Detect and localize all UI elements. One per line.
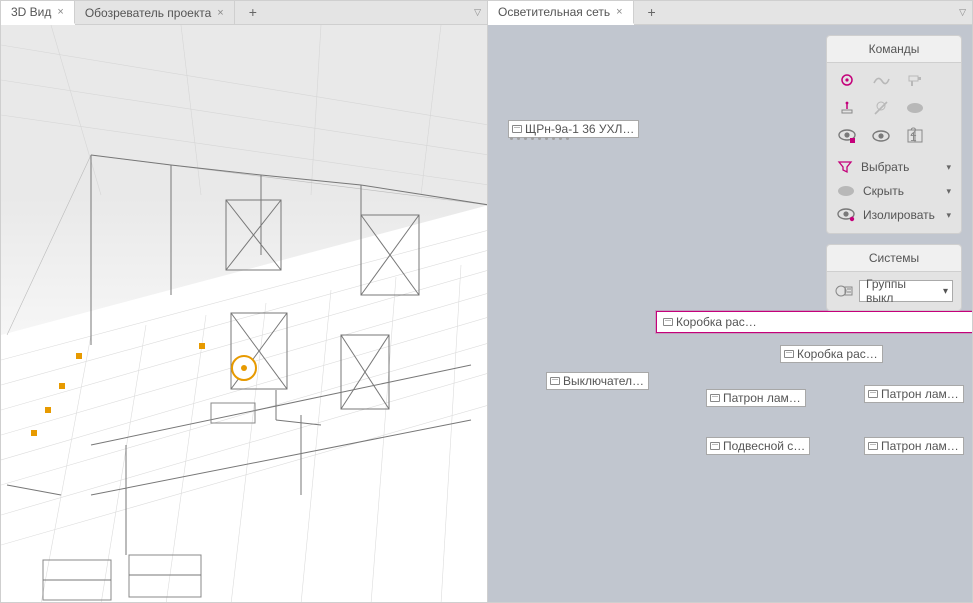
room-wireframe	[1, 25, 487, 602]
node-label: Выключател…	[563, 374, 644, 388]
app-root: 3D Вид × Обозреватель проекта × + ▽	[0, 0, 973, 603]
tool-target-icon[interactable]	[837, 71, 857, 89]
schematic-viewport[interactable]: ЩРн-9а-1 36 УХЛ… Коробка рас… Коробка ра…	[488, 25, 972, 602]
panel-header: Команды	[827, 36, 961, 63]
node-label: Патрон лам…	[881, 387, 959, 401]
filter-icon	[837, 160, 853, 174]
panel-header: Системы	[827, 245, 961, 272]
tool-drill-icon[interactable]	[905, 71, 925, 89]
node-label: Патрон лам…	[881, 439, 959, 453]
eye-dim-icon	[837, 185, 855, 197]
tool-eye-colored-icon[interactable]	[837, 127, 857, 145]
close-icon[interactable]: ×	[217, 7, 223, 19]
tab-label: Обозреватель проекта	[85, 6, 211, 20]
cmd-select[interactable]: Выбрать ▾	[833, 155, 955, 179]
tool-link-icon[interactable]	[871, 71, 891, 89]
node-label: Коробка рас…	[676, 315, 757, 329]
tab-project-explorer[interactable]: Обозреватель проекта ×	[75, 1, 235, 24]
close-icon[interactable]: ×	[57, 6, 63, 18]
node-lamp-socket[interactable]: Патрон лам…	[706, 389, 806, 407]
lamp-icon	[868, 442, 878, 450]
lamp-icon	[710, 394, 720, 402]
select-value: Группы выкл	[866, 277, 936, 305]
panel-icon	[512, 125, 522, 133]
tool-eye-dim-icon[interactable]	[905, 99, 925, 117]
chevron-down-icon: ▾	[946, 186, 951, 197]
node-lamp-socket[interactable]: Патрон лам…	[864, 437, 964, 455]
node-junction-box-selected[interactable]: Коробка рас…	[656, 311, 972, 333]
tool-list-icon[interactable]: 21	[905, 127, 925, 145]
cmd-label: Выбрать	[861, 160, 909, 174]
chevron-down-icon: ▾	[946, 162, 951, 173]
node-label: Патрон лам…	[723, 391, 801, 405]
switch-icon	[550, 377, 560, 385]
tool-eye-icon[interactable]	[871, 127, 891, 145]
add-tab-button[interactable]: +	[235, 1, 271, 24]
chevron-down-icon: ▾	[946, 210, 951, 221]
pendant-icon	[710, 442, 720, 450]
systems-select[interactable]: Группы выкл	[859, 280, 953, 302]
right-pane: Осветительная сеть × + ▽ ЩРн-9а-1 36 УХЛ…	[488, 0, 973, 603]
right-tabstrip: Осветительная сеть × + ▽	[488, 1, 972, 25]
command-list: Выбрать ▾ Скрыть ▾	[827, 153, 961, 233]
tool-pin-off-icon[interactable]	[871, 99, 891, 117]
node-label: Коробка рас…	[797, 347, 878, 361]
tab-label: Осветительная сеть	[498, 5, 610, 19]
tab-lighting-net[interactable]: Осветительная сеть ×	[488, 1, 634, 24]
box-icon	[784, 350, 794, 358]
tab-3d-view[interactable]: 3D Вид ×	[1, 1, 75, 24]
svg-text:1: 1	[910, 130, 917, 144]
lamp-icon	[868, 390, 878, 398]
node-lamp-socket[interactable]: Патрон лам…	[864, 385, 964, 403]
plus-icon: +	[644, 4, 660, 22]
cmd-label: Изолировать	[863, 208, 935, 222]
tab-overflow-icon[interactable]: ▽	[959, 7, 966, 18]
cmd-isolate[interactable]: Изолировать ▾	[833, 203, 955, 227]
box-icon	[663, 318, 673, 326]
systems-row: Группы выкл	[827, 272, 961, 310]
tab-overflow-icon[interactable]: ▽	[474, 7, 481, 18]
plus-icon: +	[245, 4, 261, 22]
node-panel[interactable]: ЩРн-9а-1 36 УХЛ…	[508, 120, 639, 138]
node-label: Подвесной с…	[723, 439, 805, 453]
node-switch[interactable]: Выключател…	[546, 372, 649, 390]
tool-stamp-icon[interactable]	[837, 99, 857, 117]
node-junction-box[interactable]: Коробка рас…	[780, 345, 883, 363]
close-icon[interactable]: ×	[616, 6, 622, 18]
node-label: ЩРн-9а-1 36 УХЛ…	[525, 122, 634, 136]
terminal-dots	[510, 137, 569, 140]
side-panel: Команды	[826, 35, 962, 311]
left-tabstrip: 3D Вид × Обозреватель проекта × + ▽	[1, 1, 487, 25]
panel-commands: Команды	[826, 35, 962, 234]
add-tab-button[interactable]: +	[634, 1, 670, 24]
systems-icon	[835, 283, 853, 299]
tab-label: 3D Вид	[11, 5, 51, 19]
node-pendant[interactable]: Подвесной с…	[706, 437, 810, 455]
command-icon-row: 21	[827, 63, 961, 153]
cmd-hide[interactable]: Скрыть ▾	[833, 179, 955, 203]
left-pane: 3D Вид × Обозреватель проекта × + ▽	[0, 0, 488, 603]
panel-systems: Системы Группы выкл	[826, 244, 962, 311]
light-gizmo-icon[interactable]	[231, 355, 257, 381]
3d-viewport[interactable]	[1, 25, 487, 602]
eye-isolate-icon	[837, 208, 855, 222]
cmd-label: Скрыть	[863, 184, 904, 198]
